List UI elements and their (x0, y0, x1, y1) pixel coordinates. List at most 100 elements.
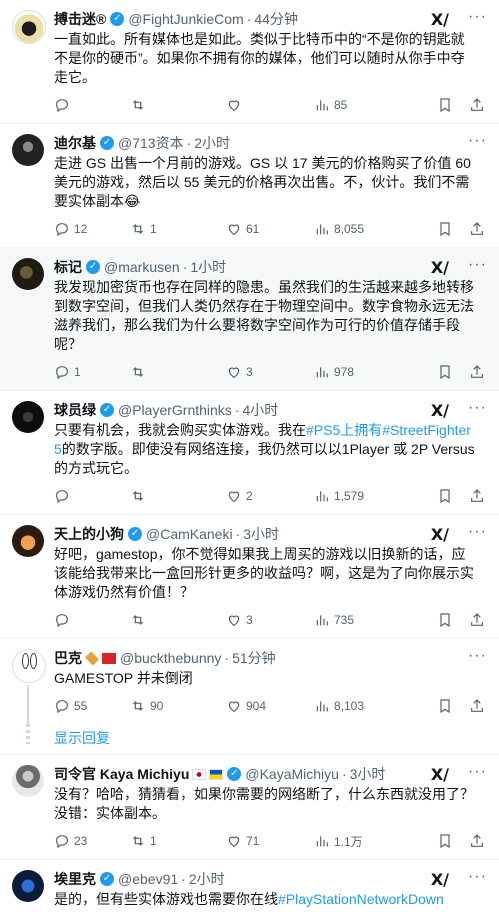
share-icon[interactable] (469, 698, 485, 714)
reply-button[interactable]: 12 (54, 221, 130, 237)
share-icon[interactable] (469, 364, 485, 380)
display-name[interactable]: 搏击迷® (54, 9, 106, 29)
share-icon[interactable] (469, 221, 485, 237)
more-options-icon[interactable]: ··· (468, 647, 487, 665)
more-options-icon[interactable]: ··· (468, 8, 487, 26)
user-handle[interactable]: @PlayerGrnthinks (118, 402, 232, 418)
reply-button[interactable] (54, 97, 130, 113)
reply-button[interactable]: 55 (54, 698, 130, 714)
avatar[interactable] (12, 258, 44, 290)
user-handle[interactable]: @ebev91 (118, 871, 178, 887)
more-options-icon[interactable]: ··· (468, 523, 487, 541)
grok-icon[interactable]: X/ (431, 10, 449, 29)
bookmark-icon[interactable] (437, 97, 453, 113)
hashtag-link[interactable]: #PS5上拥有 (306, 422, 382, 438)
hashtag-link[interactable]: #PlayStationNetworkDown (278, 891, 444, 907)
bookmark-icon[interactable] (437, 488, 453, 504)
display-name[interactable]: 标记 (54, 257, 82, 277)
timestamp[interactable]: 4小时 (242, 400, 278, 420)
retweet-button[interactable] (130, 97, 226, 113)
retweet-button[interactable]: 1 (130, 221, 226, 237)
retweet-button[interactable] (130, 488, 226, 504)
timestamp[interactable]: 44分钟 (254, 9, 298, 29)
timestamp[interactable]: 1小时 (190, 257, 226, 277)
timestamp[interactable]: 3小时 (243, 524, 279, 544)
display-name[interactable]: 球员绿 (54, 400, 96, 420)
grok-icon[interactable]: X/ (431, 870, 449, 889)
user-handle[interactable]: @markusen (104, 259, 180, 275)
tweet[interactable]: 巴克 @buckthebunny · 51分钟 ··· GAMESTOP 并未倒… (0, 639, 499, 724)
display-name[interactable]: 埃里克 (54, 869, 96, 889)
tweet[interactable]: 司令官 Kaya Michiyu ✓ @KayaMichiyu · 3小时 X/… (0, 755, 499, 860)
bookmark-icon[interactable] (437, 221, 453, 237)
avatar[interactable] (12, 134, 44, 166)
show-replies-link[interactable]: 显示回复 (0, 724, 499, 755)
share-icon[interactable] (469, 833, 485, 849)
reply-button[interactable]: 23 (54, 833, 130, 849)
views-button[interactable]: 978 (314, 364, 400, 380)
avatar[interactable] (12, 649, 46, 683)
more-options-icon[interactable]: ··· (468, 399, 487, 417)
share-icon[interactable] (469, 612, 485, 628)
avatar[interactable] (12, 401, 44, 433)
tweet[interactable]: 标记 ✓ @markusen · 1小时 X/ ··· 我发现加密货币也存在同样… (0, 248, 499, 391)
tweet[interactable]: 球员绿 ✓ @PlayerGrnthinks · 4小时 X/ ··· 只要有机… (0, 391, 499, 515)
tweet[interactable]: 埃里克 ✓ @ebev91 · 2小时 X/ ··· 是的，但有些实体游戏也需要… (0, 860, 499, 917)
share-icon[interactable] (469, 97, 485, 113)
tweet[interactable]: 搏击迷® ✓ @FightJunkieCom · 44分钟 X/ ··· 一直如… (0, 0, 499, 124)
like-button[interactable]: 3 (226, 364, 314, 380)
avatar[interactable] (12, 765, 44, 797)
views-button[interactable]: 85 (314, 97, 400, 113)
like-button[interactable] (226, 97, 314, 113)
grok-icon[interactable]: X/ (431, 765, 449, 784)
share-icon[interactable] (469, 488, 485, 504)
bookmark-icon[interactable] (437, 364, 453, 380)
display-name[interactable]: 巴克 (54, 648, 82, 668)
timestamp[interactable]: 2小时 (194, 133, 230, 153)
avatar[interactable] (12, 10, 46, 44)
timestamp[interactable]: 2小时 (189, 869, 225, 889)
more-options-icon[interactable]: ··· (468, 256, 487, 274)
views-button[interactable]: 735 (314, 612, 400, 628)
like-button[interactable]: 904 (226, 698, 314, 714)
bookmark-icon[interactable] (437, 612, 453, 628)
timestamp[interactable]: 51分钟 (232, 648, 276, 668)
like-button[interactable]: 71 (226, 833, 314, 849)
views-button[interactable]: 1,579 (314, 488, 400, 504)
reply-button[interactable] (54, 488, 130, 504)
user-handle[interactable]: @KayaMichiyu (245, 766, 339, 782)
grok-icon[interactable]: X/ (431, 258, 449, 277)
avatar[interactable] (12, 525, 44, 557)
like-button[interactable]: 61 (226, 221, 314, 237)
grok-icon[interactable]: X/ (431, 525, 449, 544)
show-replies-label[interactable]: 显示回复 (54, 730, 110, 746)
avatar[interactable] (12, 870, 44, 902)
more-options-icon[interactable]: ··· (468, 132, 487, 150)
more-options-icon[interactable]: ··· (468, 868, 487, 886)
timestamp[interactable]: 3小时 (350, 764, 386, 784)
bookmark-icon[interactable] (437, 833, 453, 849)
more-options-icon[interactable]: ··· (468, 763, 487, 781)
bookmark-icon[interactable] (437, 698, 453, 714)
display-name[interactable]: 天上的小狗 (54, 524, 124, 544)
views-button[interactable]: 8,103 (314, 698, 400, 714)
retweet-button[interactable] (130, 364, 226, 380)
user-handle[interactable]: @713资本 (118, 133, 184, 153)
views-button[interactable]: 8,055 (314, 221, 400, 237)
user-handle[interactable]: @FightJunkieCom (128, 11, 243, 27)
like-button[interactable]: 2 (226, 488, 314, 504)
tweet[interactable]: 天上的小狗 ✓ @CamKaneki · 3小时 X/ ··· 好吧，games… (0, 515, 499, 639)
retweet-button[interactable]: 1 (130, 833, 226, 849)
tweet[interactable]: 迪尔基 ✓ @713资本 · 2小时 ··· 走进 GS 出售一个月前的游戏。G… (0, 124, 499, 248)
display-name[interactable]: 迪尔基 (54, 133, 96, 153)
reply-button[interactable] (54, 612, 130, 628)
retweet-button[interactable]: 90 (130, 698, 226, 714)
reply-button[interactable]: 1 (54, 364, 130, 380)
user-handle[interactable]: @CamKaneki (146, 526, 233, 542)
like-button[interactable]: 3 (226, 612, 314, 628)
grok-icon[interactable]: X/ (431, 401, 449, 420)
display-name[interactable]: 司令官 Kaya Michiyu (54, 764, 189, 784)
user-handle[interactable]: @buckthebunny (120, 650, 221, 666)
views-button[interactable]: 1.1万 (314, 833, 400, 850)
retweet-button[interactable] (130, 612, 226, 628)
